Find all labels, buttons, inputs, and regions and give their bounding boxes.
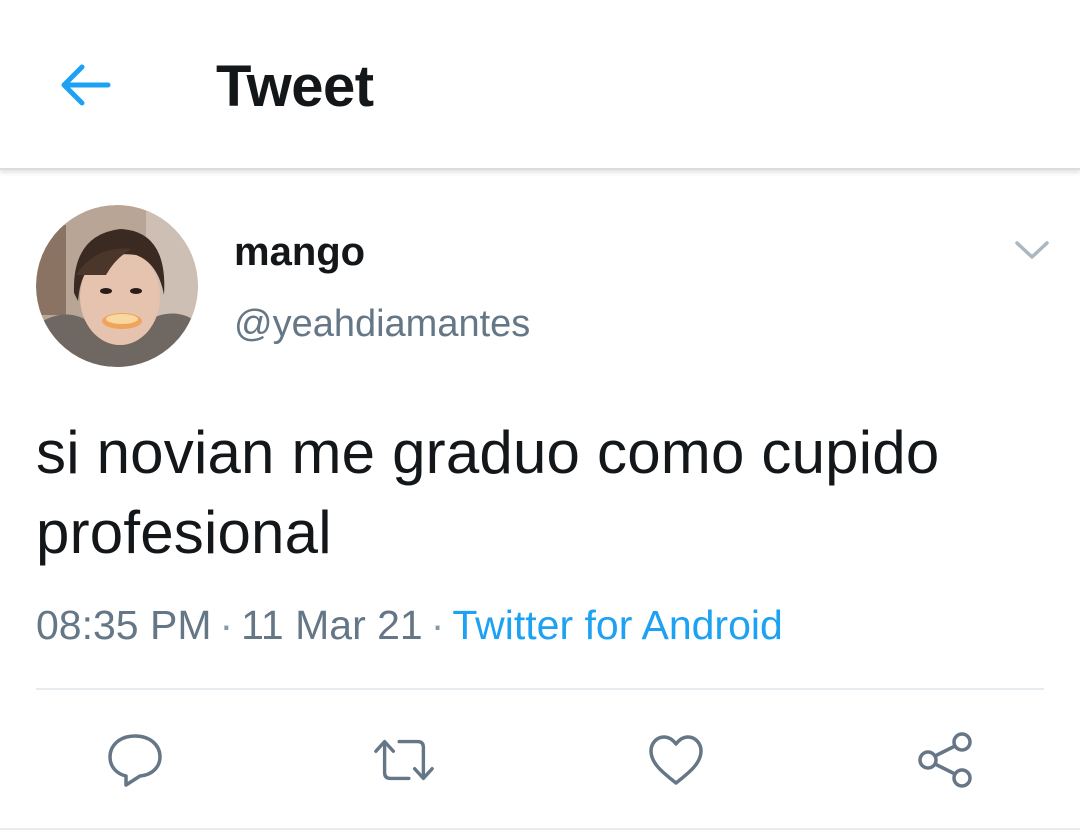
back-button[interactable] — [50, 55, 120, 115]
arrow-left-icon — [61, 64, 111, 106]
avatar-image — [36, 205, 198, 367]
user-handle[interactable]: @yeahdiamantes — [234, 301, 530, 347]
tweet-meta: 08:35 PM · 11 Mar 21 · Twitter for Android — [36, 600, 783, 650]
tweet-time: 08:35 PM — [36, 602, 212, 648]
share-icon — [918, 732, 972, 788]
avatar[interactable] — [36, 205, 198, 367]
tweet-text: si novian me graduo como cupido profesio… — [36, 419, 940, 566]
like-button[interactable] — [644, 728, 708, 792]
bottom-divider — [0, 828, 1080, 830]
retweet-icon — [374, 739, 434, 781]
chevron-down-icon — [1015, 241, 1049, 259]
tweet-date: 11 Mar 21 — [241, 602, 423, 648]
meta-separator: · — [430, 602, 445, 648]
page-title: Tweet — [216, 54, 374, 119]
reply-button[interactable] — [103, 728, 167, 792]
display-name[interactable]: mango — [234, 228, 365, 276]
tweet-source-link[interactable]: Twitter for Android — [452, 602, 782, 648]
share-button[interactable] — [914, 728, 978, 792]
heart-icon — [649, 735, 703, 785]
meta-separator: · — [219, 602, 234, 648]
app-header: Tweet — [0, 0, 1080, 170]
reply-icon — [108, 734, 162, 787]
divider — [36, 688, 1044, 690]
retweet-button[interactable] — [372, 728, 436, 792]
tweet-menu-button[interactable] — [1008, 232, 1056, 268]
